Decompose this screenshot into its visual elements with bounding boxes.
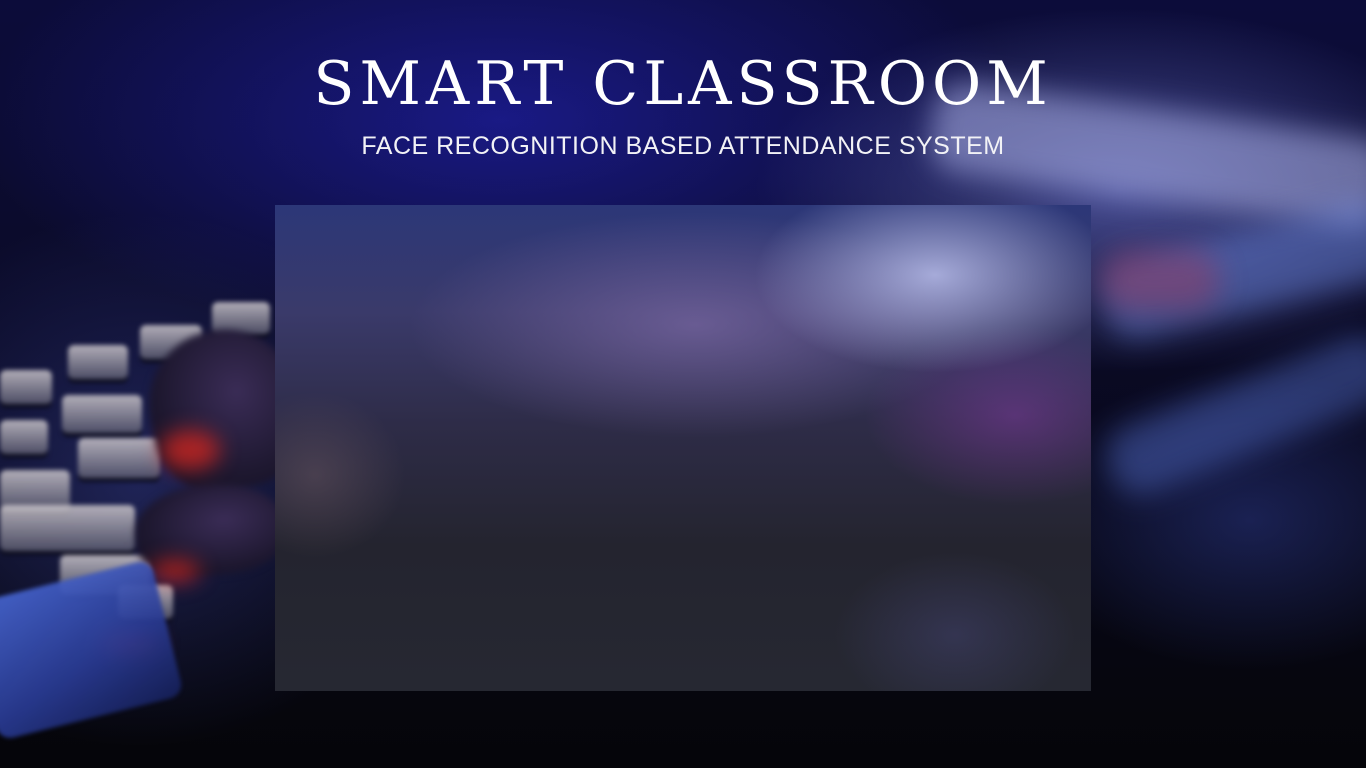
camera-feed-panel [275, 205, 1091, 691]
landing-screen: SMART CLASSROOM FACE RECOGNITION BASED A… [0, 0, 1366, 768]
page-title: SMART CLASSROOM [313, 49, 1053, 119]
page-subtitle: FACE RECOGNITION BASED ATTENDANCE SYSTEM [361, 132, 1005, 160]
